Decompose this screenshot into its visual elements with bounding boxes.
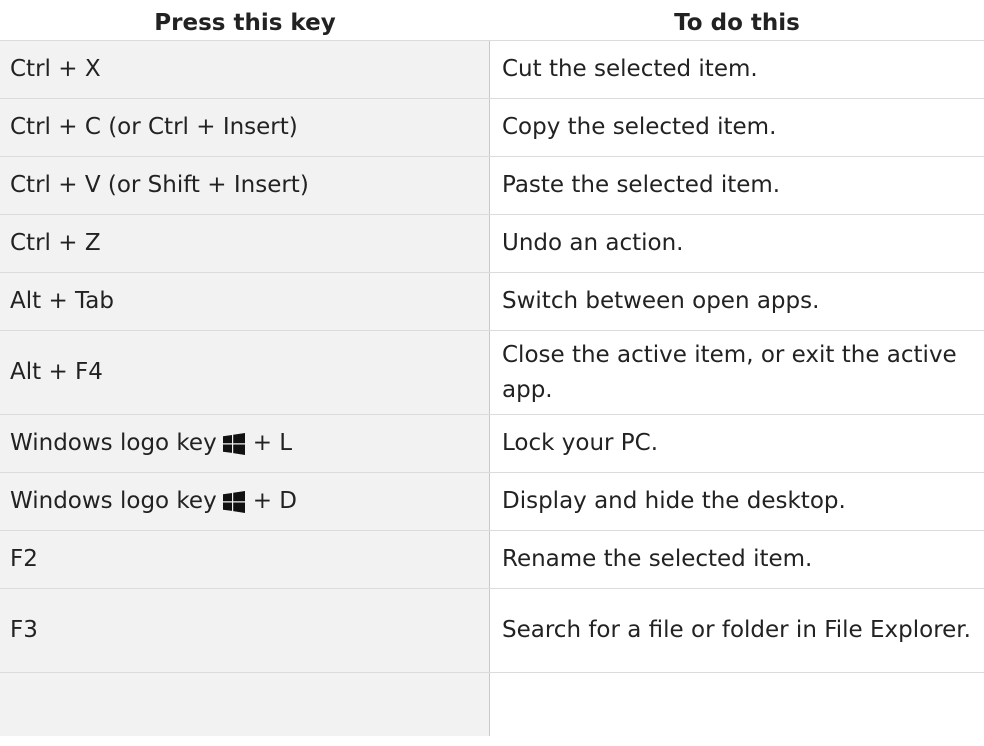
table-row: F3 Search for a file or folder in File E…	[0, 588, 984, 672]
shortcut-action-cell: Undo an action.	[490, 215, 984, 272]
table-row: Windows logo key + L Lock your PC.	[0, 414, 984, 472]
shortcut-action-text: Close the active item, or exit the activ…	[502, 341, 957, 403]
shortcut-key-text: F3	[10, 617, 38, 643]
shortcut-action-cell: Lock your PC.	[490, 415, 984, 472]
column-header-action: To do this	[674, 10, 800, 36]
shortcut-action-text: Switch between open apps.	[502, 288, 820, 314]
shortcut-action-cell: Display and hide the desktop.	[490, 473, 984, 530]
shortcut-action-cell: Close the active item, or exit the activ…	[490, 331, 984, 414]
shortcut-key-prefix: Windows logo key	[10, 488, 217, 514]
shortcut-action-text: Display and hide the desktop.	[502, 488, 846, 514]
shortcut-key-text: Ctrl + V (or Shift + Insert)	[10, 172, 309, 198]
shortcut-action-cell	[490, 673, 984, 736]
shortcut-key-cell: Ctrl + V (or Shift + Insert)	[0, 157, 490, 214]
shortcut-key-cell: Ctrl + Z	[0, 215, 490, 272]
shortcut-action-text: Rename the selected item.	[502, 546, 813, 572]
shortcut-key-suffix: + L	[252, 430, 293, 456]
table-row: Ctrl + V (or Shift + Insert) Paste the s…	[0, 156, 984, 214]
shortcut-key-cell: F3	[0, 589, 490, 672]
shortcut-action-cell: Cut the selected item.	[490, 41, 984, 98]
shortcut-action-cell: Copy the selected item.	[490, 99, 984, 156]
shortcut-key-cell: Windows logo key + L	[0, 415, 490, 472]
table-row: Ctrl + C (or Ctrl + Insert) Copy the sel…	[0, 98, 984, 156]
shortcut-key-cell	[0, 673, 490, 736]
table-header-row: Press this key To do this	[0, 0, 984, 40]
shortcut-key-text: Ctrl + Z	[10, 230, 101, 256]
shortcut-action-cell: Switch between open apps.	[490, 273, 984, 330]
shortcut-action-text: Paste the selected item.	[502, 172, 781, 198]
shortcut-key-cell: Alt + F4	[0, 331, 490, 414]
shortcut-key-text: Alt + F4	[10, 359, 103, 385]
shortcut-key-cell: Ctrl + C (or Ctrl + Insert)	[0, 99, 490, 156]
shortcut-action-cell: Paste the selected item.	[490, 157, 984, 214]
shortcut-action-cell: Rename the selected item.	[490, 531, 984, 588]
shortcut-key-text: Alt + Tab	[10, 288, 114, 314]
shortcut-action-text: Cut the selected item.	[502, 56, 758, 82]
shortcut-key-cell: F2	[0, 531, 490, 588]
shortcut-key-text: Ctrl + X	[10, 56, 101, 82]
keyboard-shortcuts-table: Press this key To do this Ctrl + X Cut t…	[0, 0, 984, 736]
table-row: Ctrl + X Cut the selected item.	[0, 40, 984, 98]
shortcut-action-text: Lock your PC.	[502, 430, 659, 456]
shortcut-key-cell: Ctrl + X	[0, 41, 490, 98]
table-row	[0, 672, 984, 736]
shortcut-key-prefix: Windows logo key	[10, 430, 217, 456]
shortcut-key-suffix: + D	[252, 488, 297, 514]
shortcut-action-text: Copy the selected item.	[502, 114, 777, 140]
windows-logo-icon	[222, 432, 245, 455]
shortcut-key-cell: Alt + Tab	[0, 273, 490, 330]
shortcut-action-cell: Search for a file or folder in File Expl…	[490, 589, 984, 672]
shortcut-action-text: Undo an action.	[502, 230, 684, 256]
windows-logo-icon	[222, 490, 245, 513]
column-header-key: Press this key	[154, 10, 336, 36]
table-row: Ctrl + Z Undo an action.	[0, 214, 984, 272]
shortcut-key-text: F2	[10, 546, 38, 572]
table-row: Alt + Tab Switch between open apps.	[0, 272, 984, 330]
table-row: Windows logo key + D Display and hide th…	[0, 472, 984, 530]
shortcut-key-cell: Windows logo key + D	[0, 473, 490, 530]
table-row: Alt + F4 Close the active item, or exit …	[0, 330, 984, 414]
table-row: F2 Rename the selected item.	[0, 530, 984, 588]
shortcut-key-text: Ctrl + C (or Ctrl + Insert)	[10, 114, 298, 140]
shortcut-action-text: Search for a file or folder in File Expl…	[502, 617, 971, 643]
